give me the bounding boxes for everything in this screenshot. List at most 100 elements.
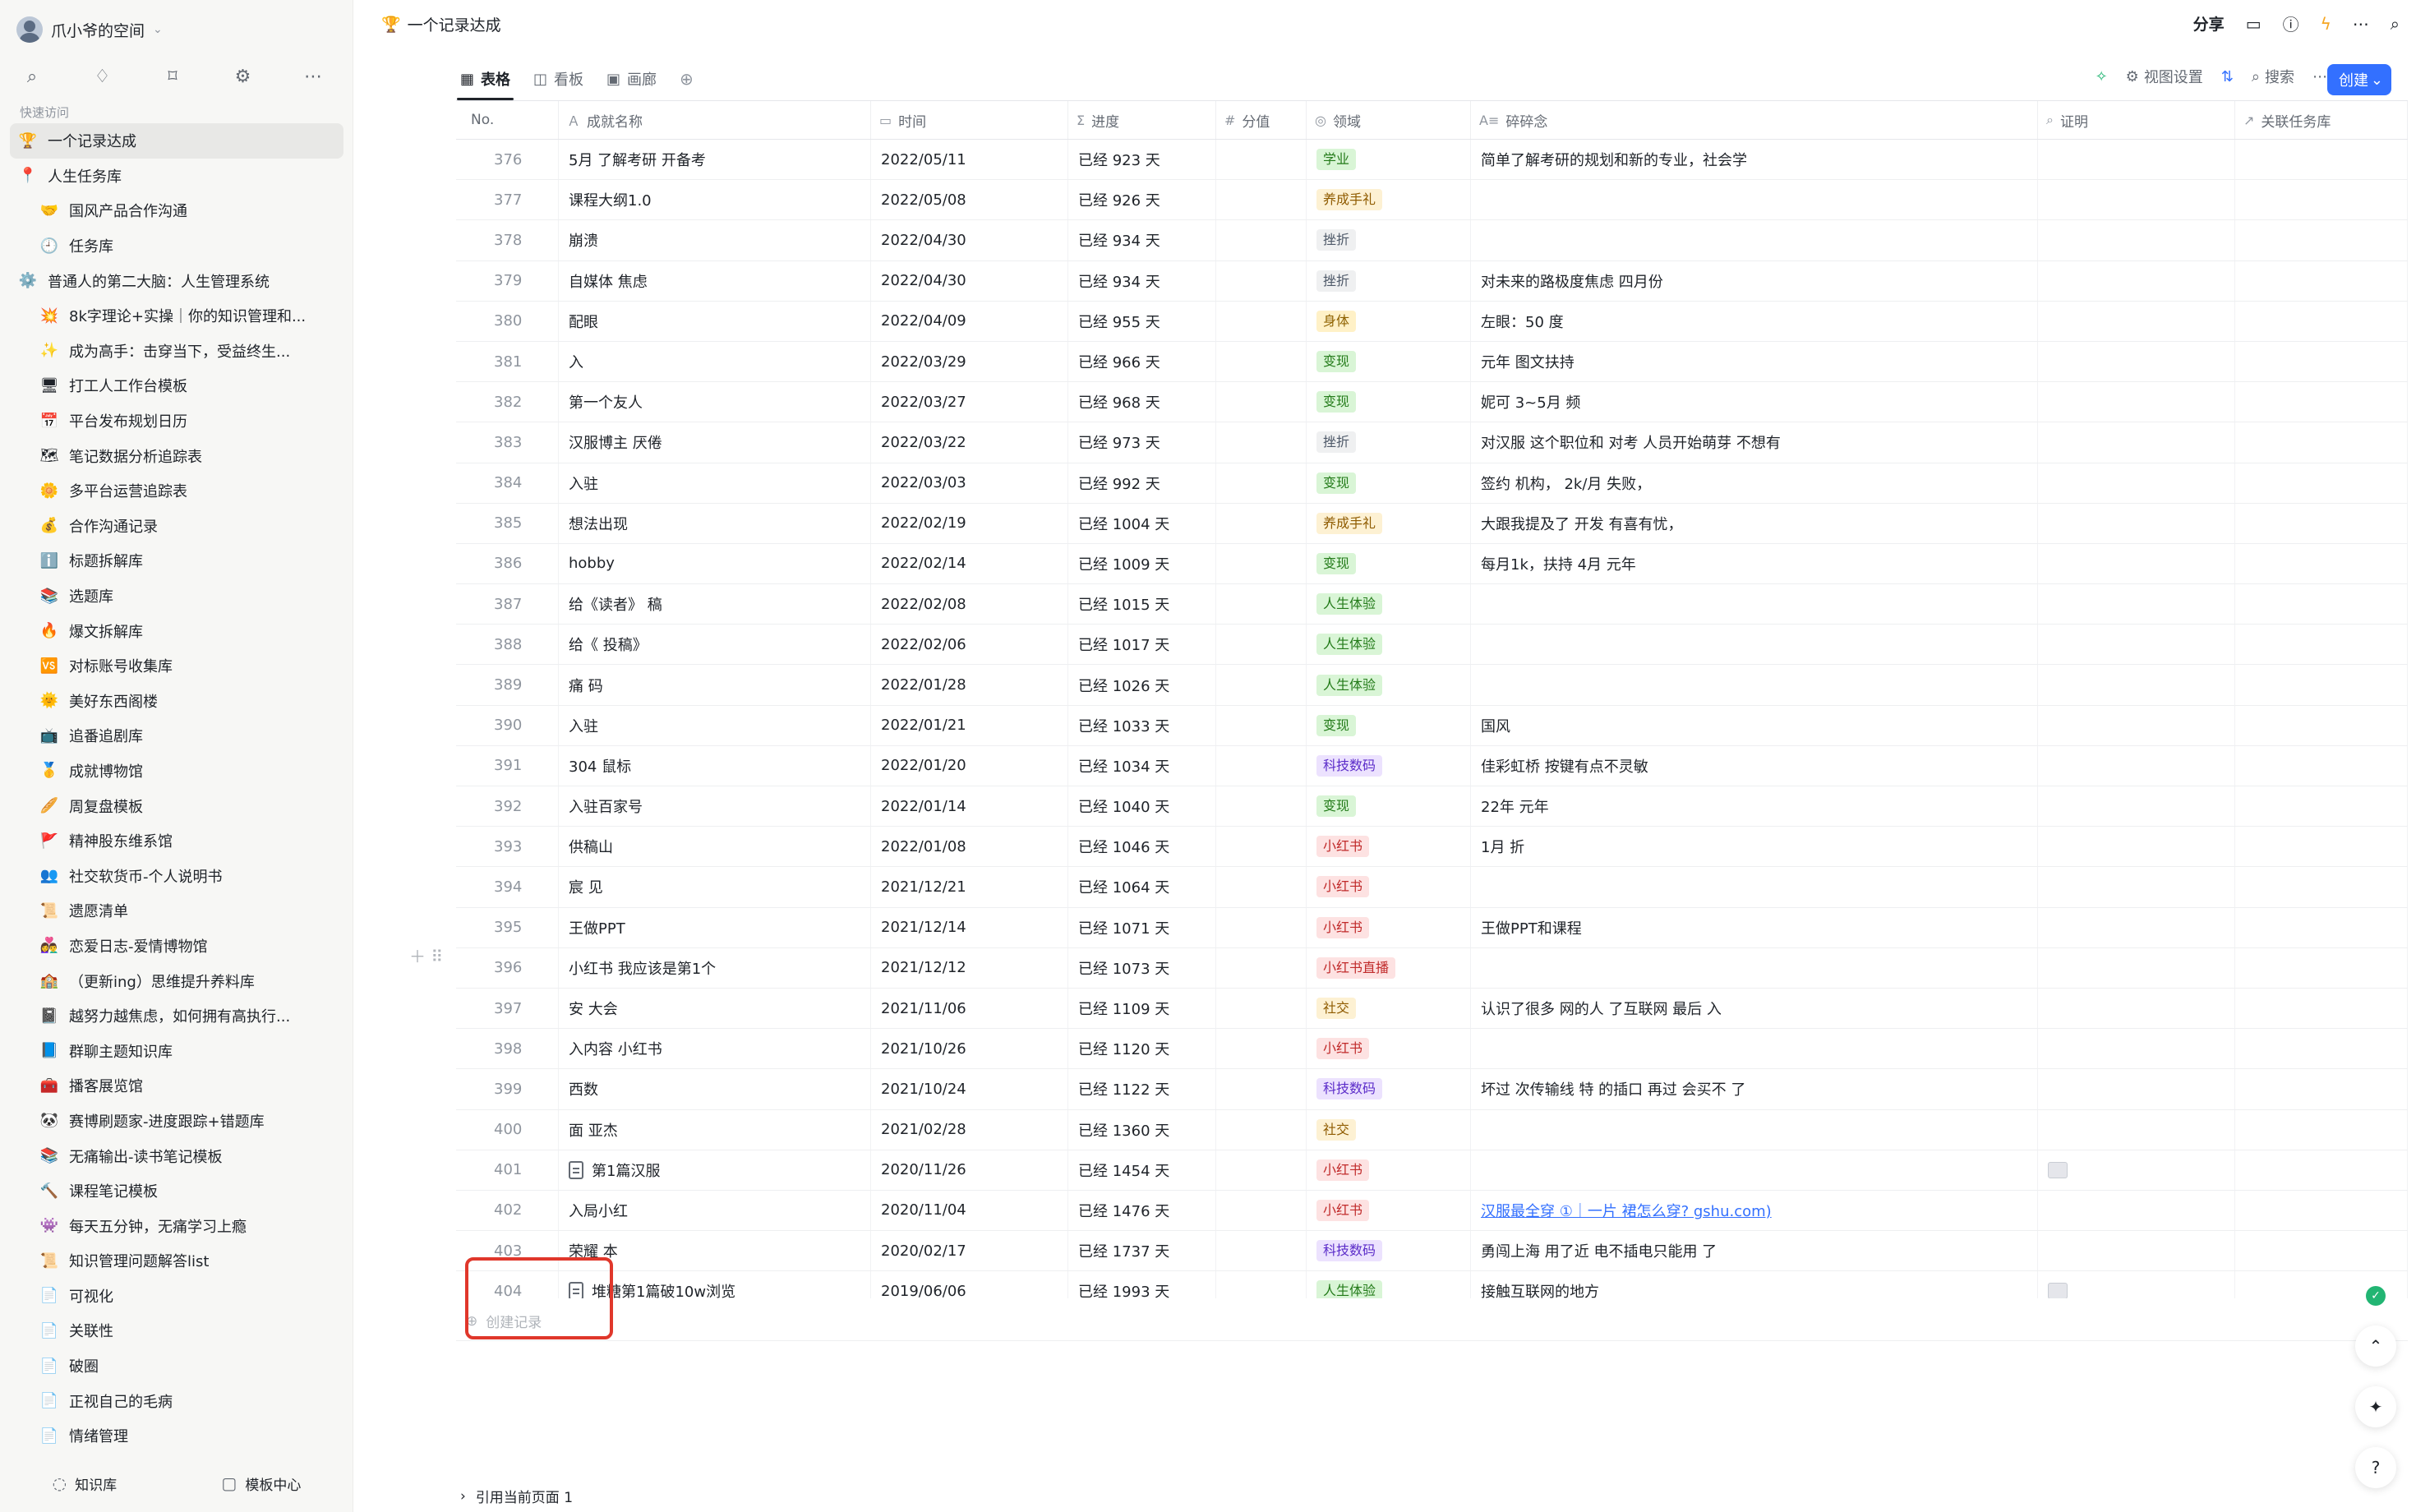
sidebar-item[interactable]: 📺 追番追剧库 [10,718,343,754]
related-task-cell[interactable] [2235,180,2408,220]
related-task-cell[interactable] [2235,1109,2408,1150]
table-row[interactable]: 385 想法出现 2022/02/19 已经 1004 天 养成手礼 大跟我提及了 开发 … [456,503,2408,544]
related-task-cell[interactable] [2235,745,2408,786]
achievement-name-cell[interactable]: 自媒体 焦虑 [559,260,871,301]
score-cell[interactable] [1216,260,1307,301]
more-icon[interactable]: ⋯ [299,62,327,90]
sidebar-item[interactable]: 🐼 赛博刷题家-进度跟踪+错题库 [10,1104,343,1139]
score-cell[interactable] [1216,1109,1307,1150]
achievement-name-cell[interactable]: hobby [559,543,871,584]
time-cell[interactable]: 2022/03/29 [871,341,1068,382]
table-row[interactable]: 400 面 亚杰 2021/02/28 已经 1360 天 社交 [456,1109,2408,1150]
note-cell[interactable]: 签约 机构， 2k/月 失败， [1471,463,2038,503]
scroll-top-button[interactable]: ⌃ [2355,1325,2396,1367]
proof-cell[interactable] [2038,422,2235,463]
table-row[interactable]: 387 给《读者》 稿 2022/02/08 已经 1015 天 人生体验 [456,584,2408,625]
achievement-name-cell[interactable]: 第1篇汉服 [559,1150,871,1190]
sidebar-item[interactable]: 🥖 周复盘模板 [10,788,343,823]
ai-sparkle-button[interactable]: ✦ [2355,1386,2396,1427]
time-cell[interactable]: 2021/12/14 [871,907,1068,947]
gear-icon[interactable]: ⚙ [229,62,257,90]
related-task-cell[interactable] [2235,1150,2408,1190]
time-cell[interactable]: 2021/02/28 [871,1109,1068,1150]
time-cell[interactable]: 2022/05/11 [871,140,1068,180]
note-cell[interactable]: 左眼：50 度 [1471,301,2038,341]
proof-cell[interactable] [2038,503,2235,543]
bell-icon[interactable]: ♢ [89,62,117,90]
proof-cell[interactable] [2038,543,2235,584]
area-cell[interactable]: 学业 [1307,140,1471,180]
sidebar-item[interactable]: 🕘 任务库 [10,228,343,264]
page-reference[interactable]: › 引用当前页面 1 [460,1486,573,1507]
sidebar-item[interactable]: 🚩 精神股东维系馆 [10,823,343,859]
note-cell[interactable]: 佳彩虹桥 按键有点不灵敏 [1471,745,2038,786]
note-cell[interactable] [1471,180,2038,220]
related-task-cell[interactable] [2235,463,2408,503]
note-cell[interactable]: 王做PPT和课程 [1471,907,2038,947]
sidebar-item[interactable]: 🖥 打工人工作台模板 [10,368,343,403]
sidebar-item[interactable]: 🥇 成就博物馆 [10,754,343,789]
time-cell[interactable]: 2021/12/12 [871,947,1068,988]
time-cell[interactable]: 2022/02/06 [871,625,1068,665]
time-cell[interactable]: 2022/03/27 [871,382,1068,422]
time-cell[interactable]: 2022/02/19 [871,503,1068,543]
related-task-cell[interactable] [2235,947,2408,988]
sidebar-item[interactable]: 🔨 课程笔记模板 [10,1173,343,1209]
time-cell[interactable]: 2020/11/04 [871,1190,1068,1231]
table-row[interactable]: 392 入驻百家号 2022/01/14 已经 1040 天 变现 22年 元年 [456,786,2408,827]
achievement-name-cell[interactable]: 汉服博主 厌倦 [559,422,871,463]
time-cell[interactable]: 2020/11/26 [871,1150,1068,1190]
area-cell[interactable]: 身体 [1307,301,1471,341]
time-cell[interactable]: 2022/01/14 [871,786,1068,827]
score-cell[interactable] [1216,907,1307,947]
table-row[interactable]: 399 西数 2021/10/24 已经 1122 天 科技数码 坏过 次传输线 特 的插… [456,1069,2408,1110]
time-cell[interactable]: 2019/06/06 [871,1271,1068,1298]
time-cell[interactable]: 2022/03/03 [871,463,1068,503]
table-row[interactable]: 382 第一个友人 2022/03/27 已经 968 天 变现 妮可 3~5月 频 [456,382,2408,423]
note-cell[interactable] [1471,1109,2038,1150]
table-row[interactable]: 391 304 鼠标 2022/01/20 已经 1034 天 科技数码 佳彩虹桥 按键有… [456,745,2408,786]
achievement-name-cell[interactable]: 宸 见 [559,867,871,907]
note-cell[interactable] [1471,1150,2038,1190]
score-cell[interactable] [1216,665,1307,705]
related-task-cell[interactable] [2235,786,2408,827]
table-row[interactable]: 384 入驻 2022/03/03 已经 992 天 变现 签约 机构， 2k/月 失败… [456,463,2408,504]
drag-handle-icon[interactable]: ＋ ⠿ [409,943,443,967]
area-cell[interactable]: 小红书 [1307,907,1471,947]
note-cell[interactable]: 认识了很多 网的人 了互联网 最后 入 [1471,988,2038,1029]
score-cell[interactable] [1216,382,1307,422]
note-cell[interactable]: 对未来的路极度焦虑 四月份 [1471,260,2038,301]
area-cell[interactable]: 养成手礼 [1307,180,1471,220]
table-row[interactable]: 380 配眼 2022/04/09 已经 955 天 身体 左眼：50 度 [456,301,2408,342]
more-icon[interactable]: ⋯ [2353,14,2369,34]
area-cell[interactable]: 小红书 [1307,1190,1471,1231]
proof-cell[interactable] [2038,220,2235,260]
score-cell[interactable] [1216,1069,1307,1109]
area-cell[interactable]: 人生体验 [1307,1271,1471,1298]
related-task-cell[interactable] [2235,665,2408,705]
related-task-cell[interactable] [2235,584,2408,625]
sidebar-item[interactable]: ℹ️ 标题拆解库 [10,543,343,579]
area-cell[interactable]: 变现 [1307,705,1471,745]
proof-cell[interactable] [2038,988,2235,1029]
proof-cell[interactable] [2038,625,2235,665]
column-header[interactable]: Ａ 成就名称 [559,101,871,139]
area-cell[interactable]: 小红书直播 [1307,947,1471,988]
achievement-name-cell[interactable]: 小红书 我应该是第1个 [559,947,871,988]
proof-cell[interactable] [2038,1069,2235,1109]
note-cell[interactable]: 每月1k，扶持 4月 元年 [1471,543,2038,584]
sidebar-item[interactable]: 📄 正视自己的毛病 [10,1383,343,1418]
column-header[interactable]: Σ 进度 [1068,101,1216,139]
bookmark-icon[interactable]: ⌑ [159,62,187,90]
table-row[interactable]: 395 王做PPT 2021/12/14 已经 1071 天 小红书 王做PPT和课程 [456,907,2408,948]
related-task-cell[interactable] [2235,1190,2408,1231]
sidebar-item[interactable]: 👩‍❤️‍👨 恋爱日志-爱情博物馆 [10,929,343,964]
proof-cell[interactable] [2038,301,2235,341]
related-task-cell[interactable] [2235,1231,2408,1271]
related-task-cell[interactable] [2235,705,2408,745]
score-cell[interactable] [1216,1029,1307,1069]
achievement-name-cell[interactable]: 面 亚杰 [559,1109,871,1150]
proof-cell[interactable] [2038,1029,2235,1069]
note-cell[interactable] [1471,867,2038,907]
chevron-down-icon[interactable]: ⌄ [2371,71,2383,89]
